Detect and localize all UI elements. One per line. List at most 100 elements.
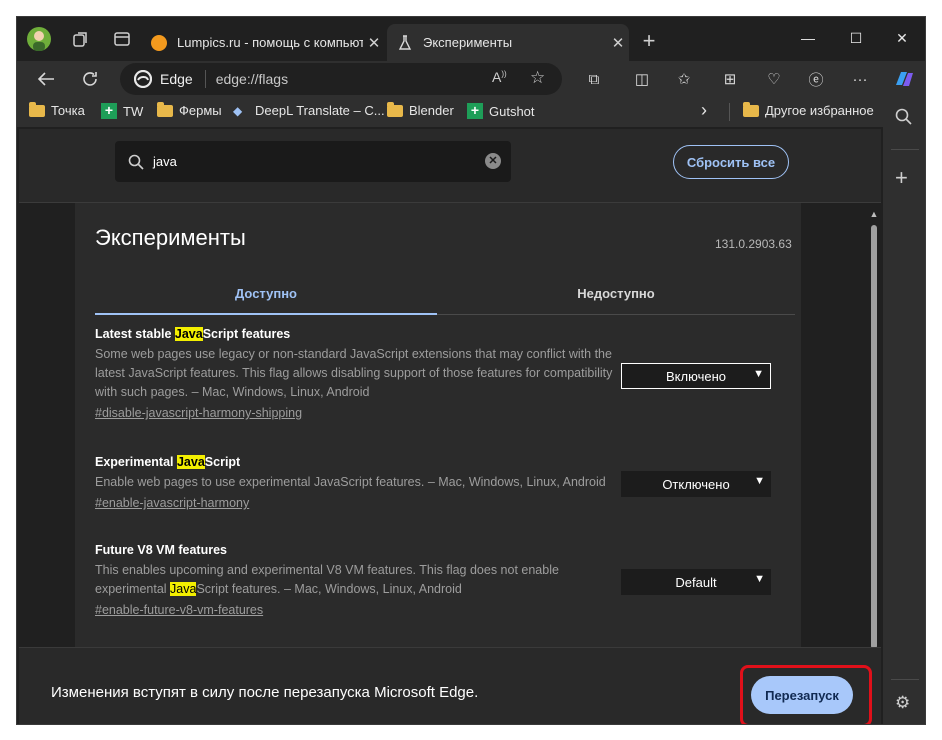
highlight-callout-box — [740, 665, 872, 724]
ie-mode-icon: ⓔ — [808, 71, 824, 89]
flag-anchor-link[interactable]: #enable-javascript-harmony — [95, 496, 785, 510]
ie-mode-button[interactable]: ⓔ — [801, 66, 831, 92]
favorites-list-icon: ✩ — [677, 71, 691, 88]
collections-button[interactable]: ⊞ — [715, 66, 745, 92]
flag-name-part: Script features — [202, 327, 291, 341]
flag-name-part: Script — [204, 455, 241, 469]
folder-icon — [29, 101, 45, 117]
copilot-icon — [896, 72, 913, 86]
profile-avatar[interactable] — [25, 25, 53, 53]
flags-panel: Эксперименты 131.0.2903.63 Доступно Недо… — [75, 203, 801, 651]
plus-green-icon: + — [101, 103, 117, 119]
sidebar-search-button[interactable] — [894, 107, 918, 131]
workspaces-icon — [73, 32, 87, 47]
tab-lumpics[interactable]: Lumpics.ru - помощь с компьюте ✕ — [141, 24, 385, 61]
flag-name-part: Latest stable — [95, 327, 175, 341]
search-highlight: Java — [174, 327, 203, 341]
restart-message: Изменения вступят в силу после перезапус… — [51, 684, 479, 701]
page-title: Эксперименты — [95, 225, 246, 250]
favorite-star-icon[interactable]: ☆ — [530, 68, 545, 88]
flag-description: Enable web pages to use experimental Jav… — [95, 475, 606, 489]
select-value: Включено — [666, 368, 726, 384]
address-bar[interactable]: Edge edge://flags A)) ☆ — [120, 63, 562, 95]
favorite-label: Blender — [409, 103, 454, 118]
page-scrollbar[interactable]: ▲ — [869, 209, 879, 649]
settings-more-button[interactable]: ··· — [845, 66, 875, 92]
flag-description: Some web pages use legacy or non-standar… — [95, 347, 613, 399]
favorite-label: Точка — [51, 103, 85, 118]
flag-description: This enables upcoming and experimental V… — [95, 561, 595, 599]
back-button[interactable] — [31, 66, 61, 92]
toolbar: Edge edge://flags A)) ☆ ⧉ ◫ ✩ ⊞ ♡ ⓔ ··· — [17, 61, 925, 97]
clear-search-icon[interactable]: ✕ — [485, 153, 501, 169]
flags-search-box[interactable]: java ✕ — [115, 141, 511, 182]
sidebar-settings-gear-icon[interactable]: ⚙ — [895, 693, 910, 713]
favorite-item[interactable]: Точка — [29, 101, 85, 118]
reset-all-button[interactable]: Сбросить все — [673, 145, 789, 179]
avatar-icon — [27, 27, 51, 51]
extensions-button[interactable]: ⧉ — [579, 66, 609, 92]
favorite-item[interactable]: ◆ DeepL Translate – C... — [233, 103, 385, 118]
tab-close-icon[interactable]: ✕ — [363, 34, 385, 52]
url-text[interactable]: edge://flags — [216, 71, 288, 87]
address-divider — [204, 70, 206, 88]
search-icon — [128, 154, 144, 170]
vertical-tabs-button[interactable] — [108, 25, 136, 53]
sidebar-divider — [891, 149, 919, 150]
flag-name-part: Experimental — [95, 455, 177, 469]
minimize-button[interactable]: — — [785, 23, 831, 53]
workspaces-button[interactable] — [67, 25, 95, 53]
tab-available[interactable]: Доступно — [95, 273, 437, 315]
flag-select[interactable]: Включено ▼ — [621, 363, 771, 389]
more-dots-icon: ··· — [852, 70, 868, 88]
heart-pulse-icon: ♡ — [767, 71, 781, 88]
scrollbar-thumb[interactable] — [871, 225, 877, 649]
tab-unavailable[interactable]: Недоступно — [437, 273, 795, 315]
tab-bar: Lumpics.ru - помощь с компьюте ✕ Экспери… — [17, 17, 925, 61]
tab-title: Lumpics.ru - помощь с компьюте — [177, 35, 363, 50]
favorite-item[interactable]: Blender — [387, 101, 454, 118]
new-tab-button[interactable]: + — [635, 27, 663, 55]
sidebar-add-icon[interactable]: + — [895, 165, 908, 191]
favorite-item[interactable]: Фермы — [157, 101, 222, 118]
favorite-label: TW — [123, 103, 144, 119]
plus-green-icon: + — [467, 103, 483, 119]
flag-anchor-link[interactable]: #enable-future-v8-vm-features — [95, 603, 785, 617]
close-window-button[interactable]: ✕ — [879, 23, 925, 53]
maximize-button[interactable]: ☐ — [833, 23, 879, 53]
back-arrow-icon — [37, 72, 54, 86]
copilot-button[interactable] — [889, 66, 919, 92]
flag-select[interactable]: Отключено ▼ — [621, 471, 771, 497]
puzzle-icon: ⧉ — [588, 70, 600, 88]
favorite-label: Gutshot — [489, 103, 535, 119]
other-favorites[interactable]: Другое избранное — [743, 101, 874, 118]
tab-close-icon[interactable]: ✕ — [607, 34, 629, 52]
search-highlight: Java — [176, 455, 205, 469]
scroll-up-arrow-icon[interactable]: ▲ — [869, 209, 879, 219]
split-screen-button[interactable]: ◫ — [627, 66, 657, 92]
orange-favicon-icon — [151, 34, 167, 51]
tab-actions-icon — [114, 32, 130, 46]
read-aloud-icon[interactable]: A)) — [492, 69, 507, 85]
sidebar-divider — [891, 679, 919, 680]
folder-icon — [157, 101, 173, 117]
folder-icon — [743, 101, 759, 117]
restart-footer: Изменения вступят в силу после перезапус… — [19, 647, 881, 724]
browser-window: Lumpics.ru - помощь с компьюте ✕ Экспери… — [16, 16, 926, 725]
refresh-button[interactable] — [75, 66, 105, 92]
favorites-overflow-icon[interactable]: › — [701, 100, 707, 121]
flag-select[interactable]: Default ▼ — [621, 569, 771, 595]
browser-essentials-button[interactable]: ♡ — [759, 66, 789, 92]
flag-anchor-link[interactable]: #disable-javascript-harmony-shipping — [95, 406, 785, 420]
select-value: Отключено — [662, 476, 730, 492]
edge-sidebar: + ⚙ — [883, 97, 925, 724]
flag-name: Latest stable JavaScript features — [95, 327, 785, 341]
version-text: 131.0.2903.63 — [715, 237, 792, 251]
favorite-item[interactable]: + TW — [101, 103, 143, 119]
split-screen-icon: ◫ — [634, 71, 650, 88]
search-input[interactable]: java — [153, 154, 177, 169]
tab-experiments[interactable]: Эксперименты ✕ — [387, 24, 629, 61]
favorite-item[interactable]: + Gutshot — [467, 103, 535, 119]
favorites-button[interactable]: ✩ — [669, 66, 699, 92]
flag-name: Future V8 VM features — [95, 543, 227, 557]
